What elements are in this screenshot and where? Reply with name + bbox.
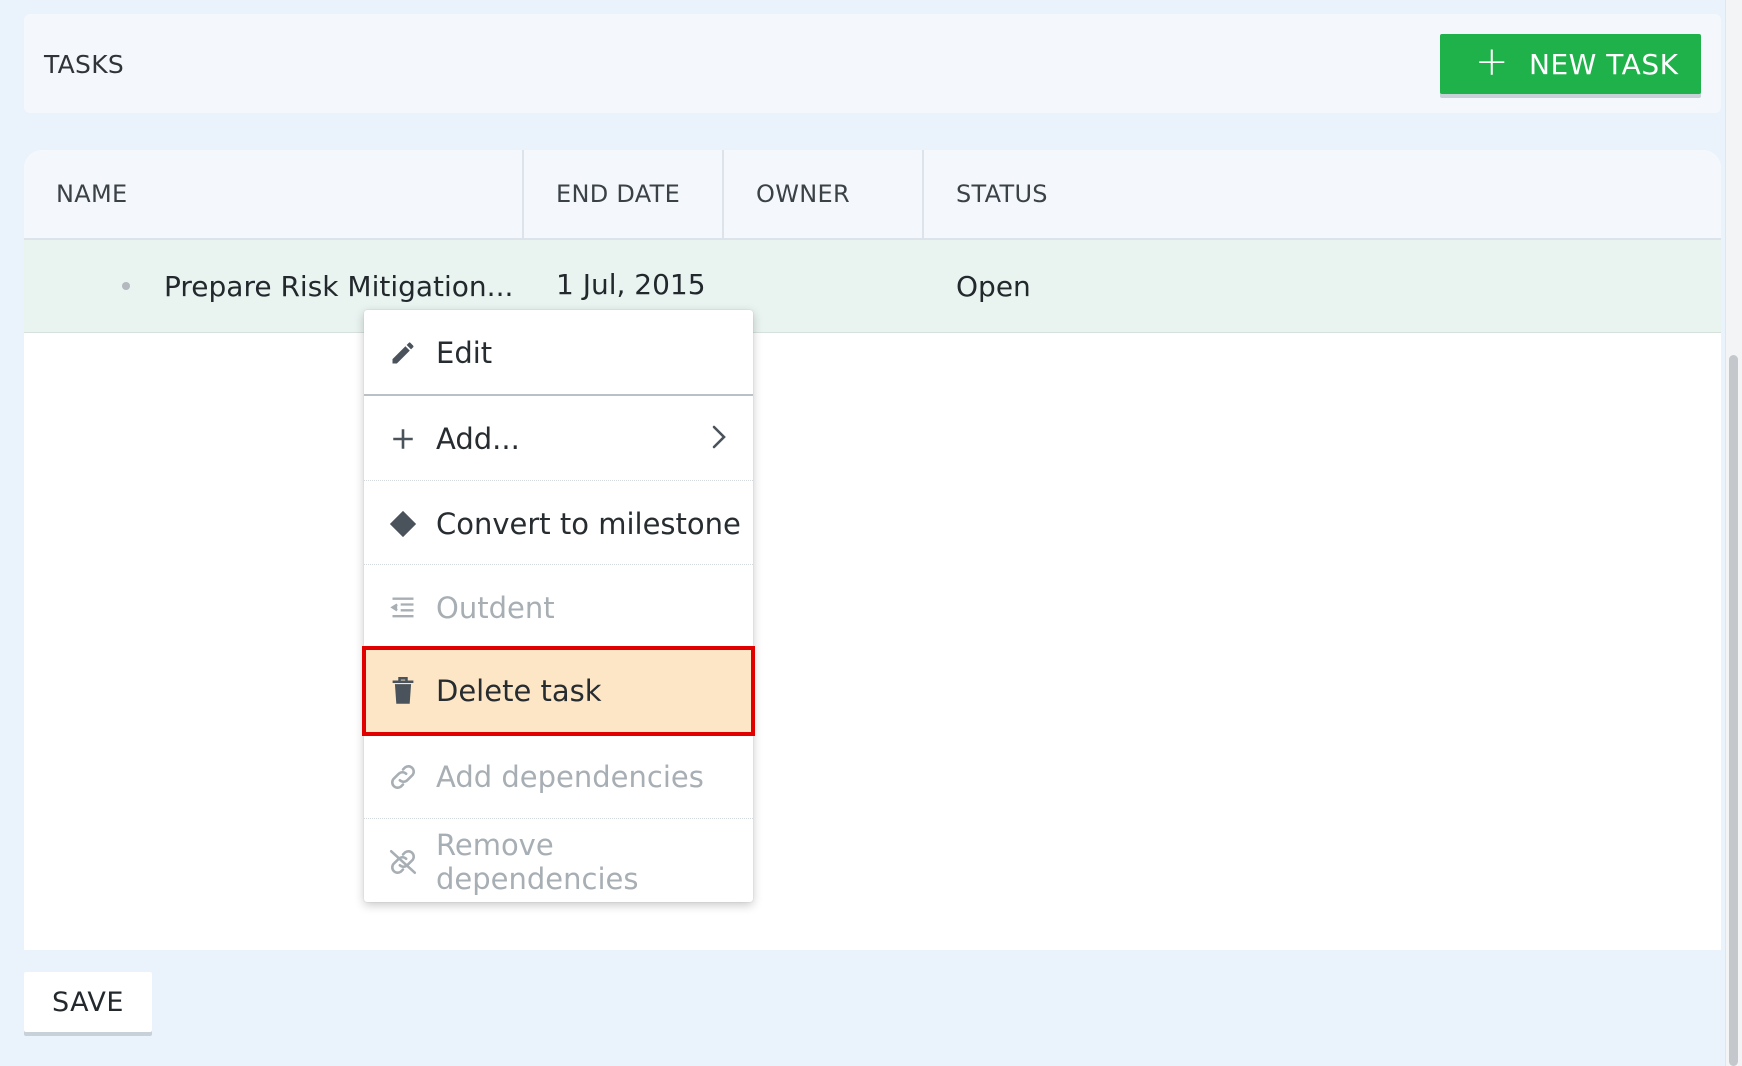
new-task-button[interactable]: + NEW TASK <box>1440 34 1701 94</box>
diamond-icon <box>388 509 418 539</box>
unlink-icon <box>388 847 418 877</box>
scrollbar-thumb[interactable] <box>1729 355 1738 1066</box>
outdent-icon <box>388 593 418 623</box>
link-icon <box>388 762 418 792</box>
column-header-end-date[interactable]: END DATE <box>522 150 722 238</box>
task-grid: NAME END DATE OWNER STATUS Prepare Risk … <box>24 150 1721 950</box>
menu-item-label: Convert to milestone <box>436 506 741 541</box>
column-header-status[interactable]: STATUS <box>922 150 1222 238</box>
menu-item-add-dependencies[interactable]: Add dependencies <box>364 734 753 819</box>
menu-item-outdent[interactable]: Outdent <box>364 565 753 650</box>
save-button[interactable]: SAVE <box>24 972 152 1032</box>
menu-item-remove-dependencies[interactable]: Remove dependencies <box>364 819 753 904</box>
trash-icon <box>388 676 418 706</box>
menu-item-label: Delete task <box>436 674 602 708</box>
menu-item-label: Outdent <box>436 590 555 625</box>
grid-header: NAME END DATE OWNER STATUS <box>24 150 1721 240</box>
chevron-right-icon <box>709 424 729 454</box>
column-header-name[interactable]: NAME <box>56 150 522 238</box>
menu-item-add[interactable]: Add... <box>364 396 753 481</box>
plus-icon: + <box>1475 39 1510 85</box>
column-header-owner[interactable]: OWNER <box>722 150 922 238</box>
menu-item-delete-task[interactable]: Delete task <box>362 646 755 736</box>
context-menu: Edit Add... Convert to milestone Outdent… <box>362 310 755 904</box>
menu-item-edit[interactable]: Edit <box>364 310 753 395</box>
task-status[interactable]: Open <box>956 240 1031 332</box>
menu-item-label: Add... <box>436 421 520 456</box>
tasks-title: TASKS <box>44 50 125 79</box>
pencil-icon <box>388 338 418 368</box>
menu-item-label: Remove dependencies <box>436 827 639 896</box>
table-row[interactable]: Prepare Risk Mitigation... 1 Jul, 2015 O… <box>24 240 1721 333</box>
bullet-icon <box>122 282 130 290</box>
new-task-label: NEW TASK <box>1529 47 1679 81</box>
tasks-header: TASKS + NEW TASK <box>24 14 1721 113</box>
menu-item-convert-to-milestone[interactable]: Convert to milestone <box>364 481 753 566</box>
menu-item-label: Edit <box>436 335 493 370</box>
plus-icon <box>388 424 418 454</box>
menu-item-label: Add dependencies <box>436 759 704 794</box>
